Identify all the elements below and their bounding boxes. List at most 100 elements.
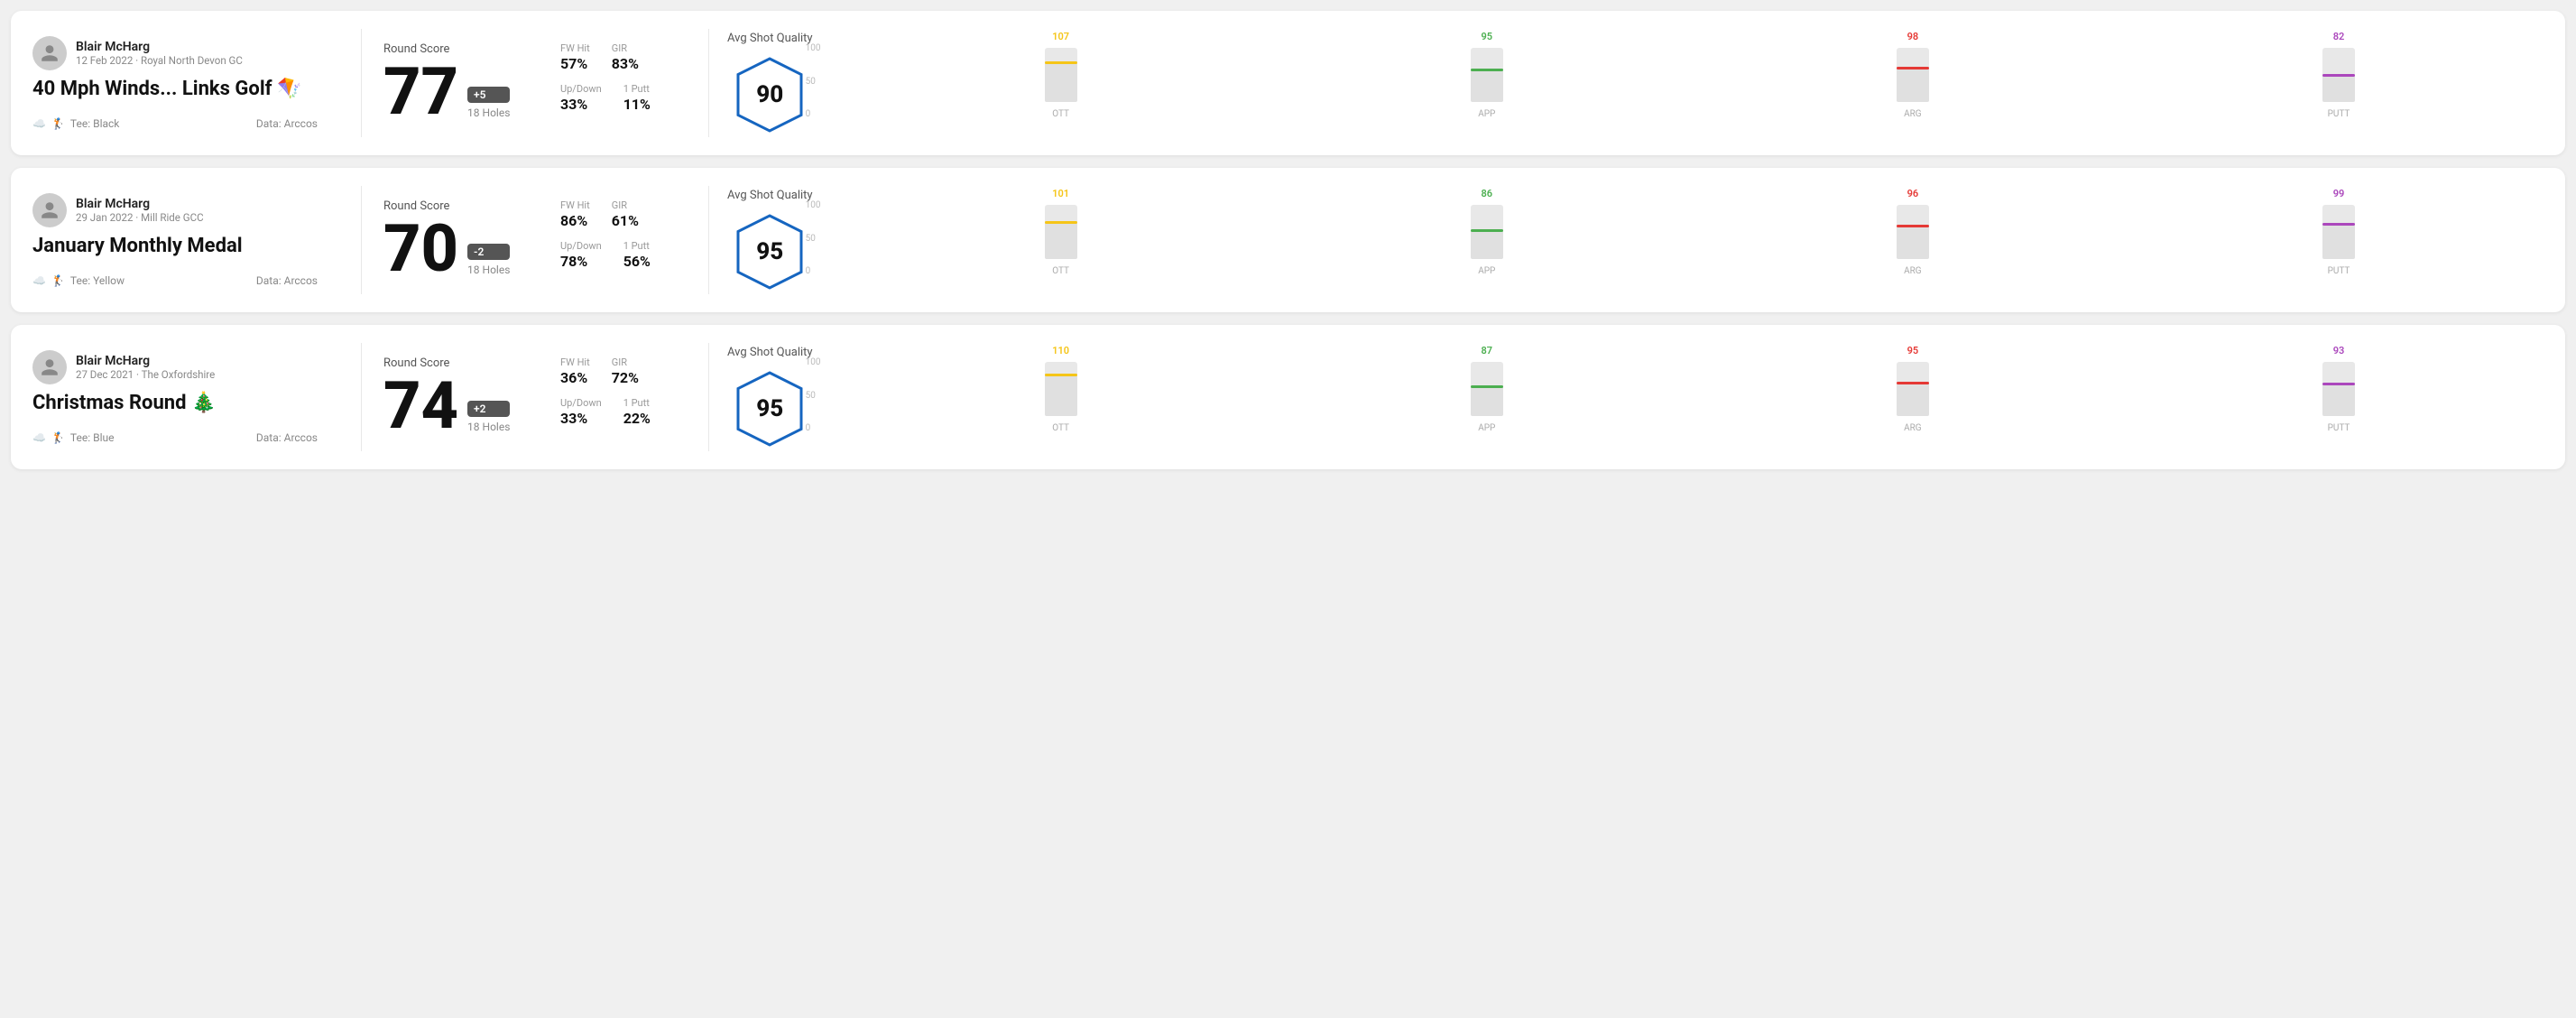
bar-value-3: 93 [2333, 345, 2345, 356]
bar-wrapper-3 [2322, 48, 2355, 102]
bar-value-3: 82 [2333, 31, 2345, 42]
y-label-100: 100 [806, 43, 821, 53]
bar-fill-bg-1 [1471, 229, 1503, 259]
bar-wrapper-1 [1471, 205, 1503, 259]
bar-axis-label-2: ARG [1904, 423, 1922, 433]
data-source: Data: Arccos [256, 431, 318, 444]
hex-score: 95 [756, 395, 783, 422]
stat-row-2: Up/Down 33% 1 Putt 22% [560, 397, 676, 427]
bar-value-1: 86 [1481, 188, 1492, 199]
bar-value-2: 96 [1907, 188, 1919, 199]
bag-icon: 🏌️ [51, 274, 65, 287]
chart-bars: 107 OTT 95 APP 98 [856, 29, 2544, 137]
chart-bar-group-2: 95 ARG [1708, 345, 2118, 433]
y-label-100: 100 [806, 200, 821, 210]
chart-y-labels: 100 50 0 [806, 200, 821, 276]
bar-axis-label-1: APP [1478, 266, 1495, 276]
bar-axis-label-2: ARG [1904, 266, 1922, 276]
bar-wrapper-2 [1897, 205, 1929, 259]
chart-bar-group-1: 95 APP [1282, 31, 1692, 119]
gir-label: GIR [612, 42, 639, 54]
chart-outer: 100 50 0 110 OTT 87 [831, 343, 2544, 451]
chart-outer: 100 50 0 101 OTT 86 [831, 186, 2544, 294]
bar-fill-bg-1 [1471, 385, 1503, 416]
bar-fill-bg-3 [2322, 383, 2355, 416]
player-row: Blair McHarg 12 Feb 2022 · Royal North D… [32, 36, 318, 70]
bar-fill-bg-0 [1045, 374, 1077, 416]
stats-section: FW Hit 57% GIR 83% Up/Down 33% 1 Putt 11… [546, 42, 690, 124]
chart-bar-group-0: 101 OTT [856, 188, 1266, 276]
fw-hit-stat: FW Hit 36% [560, 356, 590, 386]
y-label-0: 0 [806, 423, 821, 433]
bar-fill-bg-3 [2322, 223, 2355, 259]
chart-bars: 110 OTT 87 APP 95 [856, 343, 2544, 451]
score-section: Round Score 77 +5 18 Holes [383, 42, 546, 125]
chart-container: 107 OTT 95 APP 98 [856, 29, 2544, 137]
holes-label: 18 Holes [467, 421, 510, 433]
round-title: Christmas Round 🎄 [32, 392, 318, 415]
weather-icon: ☁️ [32, 274, 46, 287]
quality-left: Avg Shot Quality 95 [727, 346, 813, 449]
chart-y-labels: 100 50 0 [806, 43, 821, 119]
player-info: Blair McHarg 12 Feb 2022 · Royal North D… [76, 40, 243, 67]
stats-section: FW Hit 36% GIR 72% Up/Down 33% 1 Putt 22… [546, 356, 690, 438]
bag-icon: 🏌️ [51, 431, 65, 444]
chart-container: 110 OTT 87 APP 95 [856, 343, 2544, 451]
y-label-100: 100 [806, 357, 821, 367]
chart-bar-group-0: 107 OTT [856, 31, 1266, 119]
chart-bar-group-3: 93 PUTT [2134, 345, 2544, 433]
bar-indicator-3 [2322, 74, 2355, 77]
avatar [32, 193, 67, 227]
chart-bar-group-3: 99 PUTT [2134, 188, 2544, 276]
bar-wrapper-3 [2322, 362, 2355, 416]
score-meta: +2 18 Holes [467, 401, 510, 439]
divider-2 [708, 29, 709, 137]
bar-fill-bg-0 [1045, 221, 1077, 259]
data-source: Data: Arccos [256, 117, 318, 130]
stat-row-1: FW Hit 36% GIR 72% [560, 356, 676, 386]
updown-stat: Up/Down 33% [560, 83, 602, 113]
round-card-0: Blair McHarg 12 Feb 2022 · Royal North D… [11, 11, 2565, 155]
avatar [32, 350, 67, 384]
player-name: Blair McHarg [76, 354, 215, 368]
oneputt-label: 1 Putt [623, 240, 651, 252]
quality-label: Avg Shot Quality [727, 189, 813, 202]
bar-value-0: 107 [1052, 31, 1069, 42]
bar-axis-label-3: PUTT [2328, 423, 2350, 433]
chart-bar-group-2: 98 ARG [1708, 31, 2118, 119]
tee-row: ☁️ 🏌️ Tee: Black Data: Arccos [32, 117, 318, 130]
bar-axis-label-2: ARG [1904, 109, 1922, 119]
weather-icon: ☁️ [32, 117, 46, 130]
updown-value: 33% [560, 96, 602, 113]
weather-icon: ☁️ [32, 431, 46, 444]
oneputt-value: 11% [623, 96, 651, 113]
gir-value: 61% [612, 212, 639, 229]
tee-label: Tee: Yellow [70, 274, 125, 287]
bar-indicator-2 [1897, 225, 1929, 227]
divider-1 [361, 29, 362, 137]
bar-axis-label-3: PUTT [2328, 109, 2350, 119]
updown-label: Up/Down [560, 397, 602, 409]
left-section: Blair McHarg 12 Feb 2022 · Royal North D… [32, 36, 339, 130]
divider-1 [361, 343, 362, 451]
chart-outer: 100 50 0 107 OTT 95 [831, 29, 2544, 137]
round-card-1: Blair McHarg 29 Jan 2022 · Mill Ride GCC… [11, 168, 2565, 312]
bar-axis-label-3: PUTT [2328, 266, 2350, 276]
tee-info: ☁️ 🏌️ Tee: Black [32, 117, 119, 130]
player-row: Blair McHarg 29 Jan 2022 · Mill Ride GCC [32, 193, 318, 227]
gir-label: GIR [612, 199, 639, 211]
hexagon-container: 90 [729, 54, 810, 135]
updown-stat: Up/Down 78% [560, 240, 602, 270]
score-meta: +5 18 Holes [467, 87, 510, 125]
bar-fill-bg-2 [1897, 382, 1929, 416]
fw-hit-value: 36% [560, 369, 590, 386]
bar-wrapper-1 [1471, 48, 1503, 102]
fw-hit-stat: FW Hit 86% [560, 199, 590, 229]
bar-axis-label-1: APP [1478, 109, 1495, 119]
round-title: January Monthly Medal [32, 235, 318, 258]
stat-row-1: FW Hit 57% GIR 83% [560, 42, 676, 72]
bar-value-2: 98 [1907, 31, 1919, 42]
bar-indicator-2 [1897, 67, 1929, 69]
score-badge: +5 [467, 87, 510, 103]
stat-row-1: FW Hit 86% GIR 61% [560, 199, 676, 229]
